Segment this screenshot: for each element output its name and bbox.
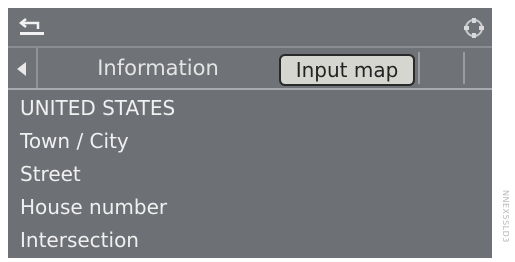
list-item-intersection[interactable]: Intersection <box>8 224 492 257</box>
arrow-left-icon <box>17 62 26 76</box>
top-bar <box>8 8 492 48</box>
address-input-list: UNITED STATES Town / City Street House n… <box>8 92 492 257</box>
image-code-watermark: NNEX5SLD3 <box>501 190 510 243</box>
list-item-street[interactable]: Street <box>8 158 492 191</box>
list-item-house-number[interactable]: House number <box>8 191 492 224</box>
controller-dial-icon <box>464 18 484 38</box>
tab-scroll-left-button[interactable] <box>8 48 38 88</box>
list-item-town-city[interactable]: Town / City <box>8 125 492 158</box>
back-arrow-icon[interactable] <box>18 16 48 38</box>
list-item-country[interactable]: UNITED STATES <box>8 92 492 125</box>
navigation-screen: Information Input map UNITED STATES Town… <box>8 8 492 258</box>
tab-divider <box>463 52 465 84</box>
tab-divider <box>418 52 420 84</box>
tab-information[interactable]: Information <box>38 48 278 88</box>
tab-input-map[interactable]: Input map <box>279 54 415 86</box>
tab-bar: Information Input map <box>8 48 492 90</box>
